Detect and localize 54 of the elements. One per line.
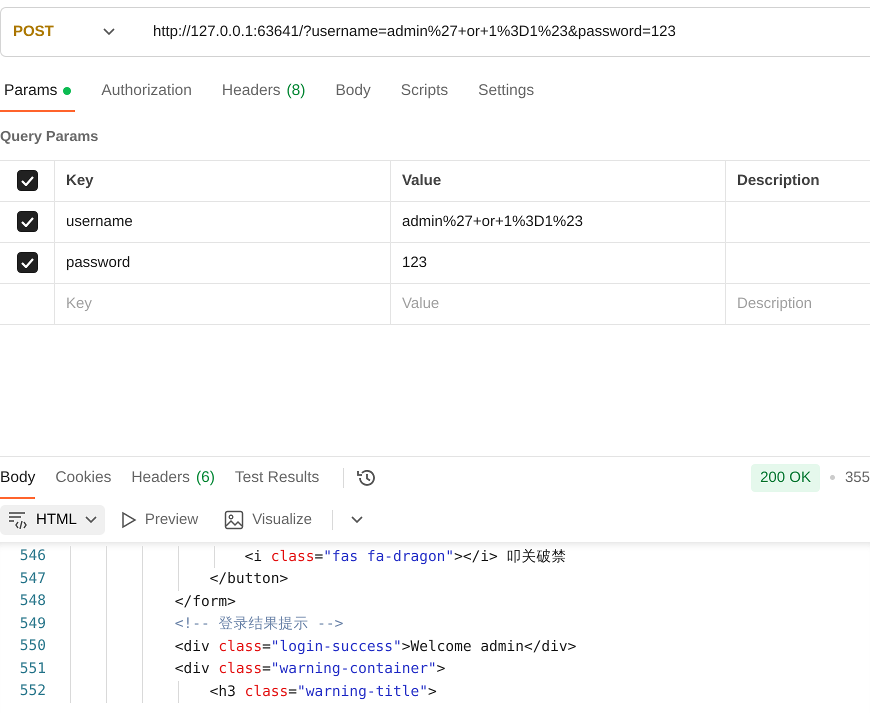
code-line: <div class="login-success">Welcome admin</div> [174, 638, 576, 655]
table-cell-text: username [66, 212, 133, 232]
tab[interactable]: Params [0, 79, 76, 112]
code-line: <i class="fas fa-dragon"></i> 叩关破禁 [244, 548, 567, 565]
column-header: Key [66, 170, 94, 190]
play-icon [120, 510, 137, 529]
line-number: 551 [18, 660, 46, 679]
tab[interactable]: Test Results [234, 466, 320, 500]
caret-icon [103, 28, 115, 36]
url-field[interactable]: http://127.0.0.1:63641/?username=admin%27+or+1%3D1%23&password=123 [137, 20, 676, 44]
tab[interactable]: Cookies [55, 466, 112, 500]
tab[interactable]: Scripts [396, 79, 452, 112]
placeholder-text: Value [402, 294, 440, 314]
line-number: 548 [18, 592, 46, 612]
section-title: Query Params [0, 128, 100, 147]
response-time: 355 [844, 468, 870, 488]
table-cell-text: password [66, 252, 130, 272]
code-line: <div class="warning-container"> [174, 661, 446, 678]
checkbox[interactable] [16, 211, 38, 232]
status-badge: 200 OK [751, 464, 820, 492]
tab[interactable]: Body [331, 79, 375, 112]
caret-icon [84, 516, 97, 524]
placeholder-text: Description [737, 294, 812, 314]
checkmark-icon [20, 216, 34, 227]
code-icon [8, 510, 28, 529]
line-number: 549 [18, 614, 46, 634]
checkmark-icon [20, 176, 34, 186]
image-icon [224, 510, 244, 530]
format-dropdown[interactable]: HTML [0, 504, 105, 535]
code-line: <!-- 登录结果提示 --> [174, 616, 344, 632]
tab[interactable]: Headers (6) [131, 466, 215, 500]
checkmark-icon [20, 258, 34, 268]
caret-icon[interactable] [350, 516, 363, 524]
view-button[interactable]: Visualize [214, 508, 322, 531]
checkbox[interactable] [16, 252, 38, 274]
checkbox[interactable] [16, 170, 38, 192]
column-header: Value [402, 170, 442, 190]
tab[interactable]: Headers (8) [218, 79, 310, 112]
tab[interactable]: Settings [474, 79, 538, 112]
view-button[interactable]: Preview [110, 508, 208, 531]
table-cell-text: 123 [402, 252, 428, 272]
placeholder-text: Key [66, 294, 92, 314]
code-line: </button> [208, 571, 288, 588]
line-number: 550 [18, 637, 46, 656]
code-line: <h3 class="warning-title"> [208, 684, 437, 700]
line-number: 552 [18, 682, 46, 702]
table-cell-text: admin%27+or+1%3D1%23 [402, 212, 583, 232]
code-line: </form> [174, 594, 236, 610]
tab[interactable]: Body [0, 466, 36, 500]
tab[interactable]: Authorization [97, 79, 196, 112]
method-dropdown[interactable]: POST [1, 17, 137, 47]
line-number: 546 [18, 547, 46, 566]
line-number: 547 [18, 570, 46, 589]
column-header: Description [737, 170, 820, 190]
